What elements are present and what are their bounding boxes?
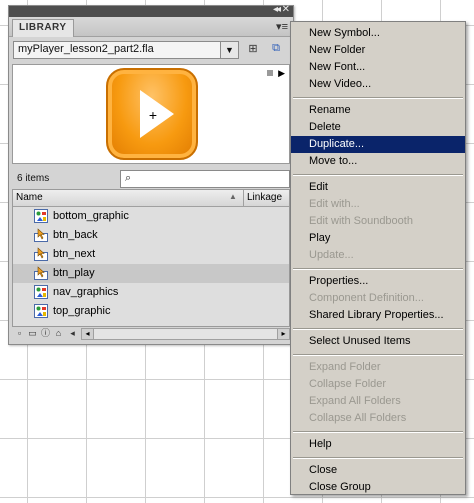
item-count: 6 items <box>17 173 50 184</box>
menu-separator <box>291 427 465 436</box>
column-linkage[interactable]: Linkage <box>247 192 282 203</box>
properties-icon[interactable]: ⓘ <box>40 328 51 339</box>
sort-ascending-icon[interactable]: ▲ <box>229 192 237 201</box>
new-folder-icon[interactable]: ▭ <box>27 328 38 339</box>
menu-item-properties[interactable]: Properties... <box>291 273 465 290</box>
menu-item-expand-all-folders: Expand All Folders <box>309 395 401 407</box>
list-item[interactable]: btn_next <box>13 245 289 264</box>
graphic-symbol-icon <box>34 209 48 223</box>
menu-item-edit-with-soundbooth: Edit with Soundbooth <box>309 215 413 227</box>
list-item-label: top_graphic <box>53 305 111 317</box>
column-header: Name ▲ Linkage <box>13 190 289 207</box>
menu-item-duplicate[interactable]: Duplicate... <box>291 136 465 153</box>
library-file-name: myPlayer_lesson2_part2.fla <box>18 43 154 55</box>
search-icon: ⌕ <box>125 172 132 184</box>
library-toolbar: ▫ ▭ ⓘ ⌂ ◂ ◂ ▸ <box>12 328 290 341</box>
menu-item-new-font[interactable]: New Font... <box>291 59 465 76</box>
menu-separator <box>291 324 465 333</box>
scroll-left-arrow-icon[interactable]: ◂ <box>67 328 78 339</box>
button-symbol-icon <box>34 266 48 280</box>
list-item[interactable]: bottom_graphic <box>13 207 289 226</box>
new-library-panel-icon[interactable]: ⧉ <box>267 42 285 58</box>
menu-item-edit-with: Edit with... <box>309 198 360 210</box>
panel-title-strip: ◂◂ ✕ <box>9 4 293 17</box>
stop-icon[interactable] <box>267 70 273 76</box>
trash-icon[interactable]: ⌂ <box>53 328 64 339</box>
panel-menu-icon[interactable]: ▾≡ <box>276 20 288 33</box>
column-divider[interactable] <box>243 190 244 206</box>
menu-item-new-folder[interactable]: New Folder <box>291 42 465 59</box>
menu-item-help[interactable]: Help <box>291 436 465 453</box>
list-item[interactable]: btn_back <box>13 226 289 245</box>
menu-separator <box>291 170 465 179</box>
menu-item-component-definition: Component Definition... <box>309 292 424 304</box>
chevron-down-icon[interactable]: ▼ <box>220 42 238 58</box>
button-symbol-icon <box>34 247 48 261</box>
menu-item-update: Update... <box>309 249 354 261</box>
list-item-label: btn_next <box>53 248 96 260</box>
menu-item-collapse-folder: Collapse Folder <box>309 378 387 390</box>
file-row: myPlayer_lesson2_part2.fla ▼ ⊞ ⧉ <box>9 37 293 63</box>
menu-item-close-group[interactable]: Close Group <box>291 479 465 496</box>
menu-item-collapse-all-folders: Collapse All Folders <box>309 412 407 424</box>
library-item-list: Name ▲ Linkage bottom_graphic btn_back b… <box>12 189 290 327</box>
menu-item-edit[interactable]: Edit <box>291 179 465 196</box>
list-item-label: nav_graphics <box>53 286 119 298</box>
menu-item-move-to[interactable]: Move to... <box>291 153 465 170</box>
menu-item-rename[interactable]: Rename <box>291 102 465 119</box>
menu-separator <box>291 264 465 273</box>
collapse-icon[interactable]: ◂◂ <box>273 4 281 15</box>
button-symbol-icon <box>34 228 48 242</box>
menu-item-play[interactable]: Play <box>291 230 465 247</box>
play-icon[interactable]: ▶ <box>278 68 285 79</box>
search-input[interactable]: ⌕ <box>120 170 290 188</box>
menu-separator <box>291 93 465 102</box>
scroll-left-icon[interactable]: ◂ <box>82 329 94 339</box>
registration-point-icon: + <box>148 107 158 123</box>
list-item-selected[interactable]: btn_play <box>13 264 289 283</box>
menu-item-delete[interactable]: Delete <box>291 119 465 136</box>
list-item[interactable]: nav_graphics <box>13 283 289 302</box>
menu-item-close[interactable]: Close <box>291 462 465 479</box>
scroll-right-icon[interactable]: ▸ <box>277 329 289 339</box>
menu-item-shared-library-properties[interactable]: Shared Library Properties... <box>291 307 465 324</box>
menu-item-expand-folder: Expand Folder <box>309 361 381 373</box>
column-name[interactable]: Name <box>16 192 43 203</box>
menu-separator <box>291 350 465 359</box>
count-row: 6 items ⌕ <box>9 168 293 190</box>
close-icon[interactable]: ✕ <box>282 4 290 15</box>
context-menu: New Symbol... New Folder New Font... New… <box>290 21 466 495</box>
tab-library[interactable]: LIBRARY <box>12 19 74 37</box>
new-symbol-icon[interactable]: ▫ <box>14 328 25 339</box>
menu-separator <box>291 453 465 462</box>
preview-pane: + ▶ <box>12 64 290 164</box>
list-item-label: btn_play <box>53 267 95 279</box>
library-panel: ◂◂ ✕ LIBRARY ▾≡ myPlayer_lesson2_part2.f… <box>8 4 294 345</box>
graphic-symbol-icon <box>34 285 48 299</box>
play-button-symbol-preview: + <box>106 68 198 160</box>
menu-item-new-symbol[interactable]: New Symbol... <box>291 25 465 42</box>
pin-library-icon[interactable]: ⊞ <box>244 42 262 58</box>
menu-item-new-video[interactable]: New Video... <box>291 76 465 93</box>
menu-item-select-unused-items[interactable]: Select Unused Items <box>291 333 465 350</box>
list-item-label: bottom_graphic <box>53 210 129 222</box>
library-file-select[interactable]: myPlayer_lesson2_part2.fla ▼ <box>13 41 239 59</box>
list-item-label: btn_back <box>53 229 98 241</box>
graphic-symbol-icon <box>34 304 48 318</box>
list-item[interactable]: top_graphic <box>13 302 289 321</box>
tab-bar: LIBRARY ▾≡ <box>9 17 293 37</box>
horizontal-scrollbar[interactable]: ◂ ▸ <box>81 328 290 340</box>
